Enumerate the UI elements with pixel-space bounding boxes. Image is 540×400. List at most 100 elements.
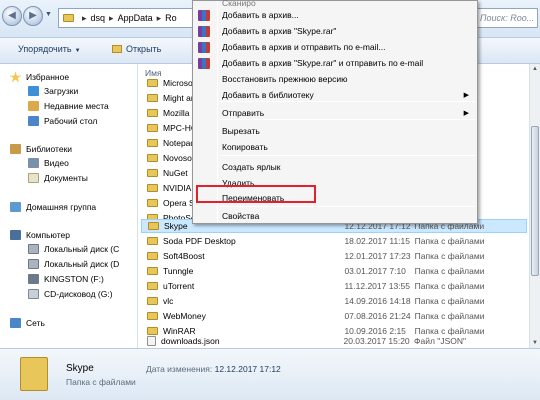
menu-item-label: Добавить в архив "Skype.rar"	[222, 26, 337, 36]
menu-separator	[220, 155, 475, 156]
details-date-value: 12.12.2017 17:12	[214, 364, 281, 374]
list-item[interactable]: vlc 14.09.2016 14:18 Папка с файлами	[141, 294, 527, 308]
breadcrumb-separator-icon[interactable]: ▸	[109, 13, 114, 24]
menu-item-label: Копировать	[222, 142, 268, 152]
file-name: Soda PDF Desktop	[163, 236, 236, 246]
file-date: 07.08.2016 21:24	[344, 311, 411, 321]
list-item[interactable]: Soft4Boost 12.01.2017 17:23 Папка с файлам…	[141, 249, 527, 263]
menu-item-add-email[interactable]: Добавить в архив и отправить по e-mail..…	[193, 39, 477, 55]
scroll-thumb[interactable]	[531, 126, 539, 276]
sidebar-item-label: Компьютер	[26, 230, 70, 240]
menu-separator	[220, 101, 475, 102]
cd-drive-icon	[28, 289, 39, 299]
folder-icon	[147, 282, 158, 290]
menu-item-add-skype-rar[interactable]: Добавить в архив "Skype.rar"	[193, 23, 477, 39]
chevron-down-icon: ▼	[74, 48, 81, 54]
list-item[interactable]: uTorrent 11.12.2017 13:55 Папка с файлами	[141, 279, 527, 293]
folder-icon	[20, 357, 48, 391]
menu-item-add-archive[interactable]: Добавить в архив...	[193, 7, 477, 23]
submenu-arrow-icon: ▶	[463, 92, 469, 99]
sidebar-item-label: Избранное	[26, 72, 70, 82]
folder-icon	[147, 139, 158, 147]
address-field[interactable]: ▸ dsq ▸ AppData ▸ Ro	[58, 8, 196, 28]
breadcrumb-item-dsq[interactable]: dsq	[91, 13, 106, 23]
folder-icon	[147, 237, 158, 245]
scroll-down-icon[interactable]: ▼	[530, 338, 540, 348]
breadcrumb-separator-icon[interactable]: ▸	[82, 13, 87, 24]
organize-button[interactable]: Упорядочить ▼	[18, 44, 81, 54]
back-button[interactable]: ◀	[2, 6, 22, 26]
search-input[interactable]: Поиск: Roo...	[475, 8, 538, 28]
menu-item-restore[interactable]: Восстановить прежнюю версию	[193, 71, 477, 87]
history-dropdown-icon[interactable]: ▼	[45, 11, 52, 18]
organize-label: Упорядочить	[18, 44, 72, 54]
vertical-scrollbar[interactable]: ▲ ▼	[529, 64, 540, 348]
menu-item-label: Добавить в архив "Skype.rar" и отправить…	[222, 58, 424, 68]
sidebar-item-label: Документы	[44, 173, 88, 183]
list-item[interactable]: downloads.json 20.03.2017 15:20 Файл "JSON…	[141, 334, 527, 348]
recent-places-icon	[28, 101, 39, 111]
winrar-icon	[198, 9, 210, 21]
breadcrumb-item-roaming[interactable]: Ro	[165, 13, 177, 23]
sidebar-item-label: Недавние места	[44, 101, 109, 111]
sidebar-item-label: Рабочий стол	[44, 116, 98, 126]
folder-icon	[147, 252, 158, 260]
breadcrumb-item-appdata[interactable]: AppData	[118, 13, 153, 23]
list-item[interactable]: WebMoney 07.08.2016 21:24 Папка с файлами	[141, 309, 527, 323]
menu-item-copy[interactable]: Копировать	[193, 139, 477, 155]
sidebar-item-network[interactable]: Сеть	[10, 316, 45, 330]
winrar-icon	[198, 25, 210, 37]
sidebar-item-label: Библиотеки	[26, 144, 73, 154]
sidebar-item-label: KINGSTON (F:)	[44, 274, 104, 284]
scroll-up-icon[interactable]: ▲	[530, 64, 540, 74]
file-name: Soft4Boost	[163, 251, 205, 261]
folder-icon	[63, 14, 74, 22]
details-date-label: Дата изменения:	[146, 364, 213, 374]
sidebar-item-label: Локальный диск (C	[44, 244, 120, 254]
sidebar-item-favorites[interactable]: Избранное	[10, 70, 69, 84]
list-item[interactable]: Tunngle 03.01.2017 7:10 Папка с файлами	[141, 264, 527, 278]
sidebar-item-computer[interactable]: Компьютер	[10, 228, 70, 242]
file-name: WebMoney	[163, 311, 206, 321]
file-type: Папка с файлами	[414, 311, 485, 321]
winrar-icon	[198, 57, 210, 69]
sidebar-item-label: Домашняя группа	[26, 202, 97, 212]
menu-item-add-skype-email[interactable]: Добавить в архив "Skype.rar" и отправить…	[193, 55, 477, 71]
menu-item-label: Свойства	[222, 211, 260, 221]
submenu-arrow-icon: ▶	[463, 110, 469, 117]
sidebar-item-local-c[interactable]: Локальный диск (C	[28, 242, 119, 256]
breadcrumb-separator-icon[interactable]: ▸	[157, 13, 162, 24]
sidebar-item-recent[interactable]: Недавние места	[28, 99, 109, 113]
sidebar-item-label: Загрузки	[44, 86, 79, 96]
sidebar-item-downloads[interactable]: Загрузки	[28, 84, 78, 98]
menu-separator	[220, 119, 475, 120]
folder-icon	[147, 124, 158, 132]
sidebar-item-cd[interactable]: CD-дисковод (G:)	[28, 287, 113, 301]
libraries-icon	[10, 144, 21, 154]
sidebar-item-kingston[interactable]: KINGSTON (F:)	[28, 272, 104, 286]
sidebar-item-libraries[interactable]: Библиотеки	[10, 142, 72, 156]
menu-item-label: Восстановить прежнюю версию	[222, 74, 348, 84]
file-type: Папка с файлами	[414, 281, 485, 291]
usb-drive-icon	[28, 274, 39, 284]
menu-item-cut[interactable]: Вырезать	[193, 123, 477, 139]
file-date: 18.02.2017 11:15	[344, 236, 410, 246]
menu-item-properties[interactable]: Свойства	[193, 208, 477, 224]
open-button[interactable]: Открыть	[112, 44, 161, 54]
sidebar-item-homegroup[interactable]: Домашняя группа	[10, 200, 96, 214]
menu-item-label: Добавить в библиотеку	[222, 90, 314, 100]
video-icon	[28, 158, 39, 168]
sidebar-item-local-d[interactable]: Локальный диск (D	[28, 257, 119, 271]
file-json-icon	[147, 336, 156, 346]
menu-item-create-shortcut[interactable]: Создать ярлык	[193, 159, 477, 175]
folder-icon	[147, 154, 158, 162]
file-type: Папка с файлами	[414, 251, 485, 261]
list-item[interactable]: Soda PDF Desktop 18.02.2017 11:15 Папка с …	[141, 234, 527, 248]
folder-icon	[147, 109, 158, 117]
sidebar-item-documents[interactable]: Документы	[28, 171, 88, 185]
forward-button[interactable]: ▶	[23, 6, 43, 26]
star-icon	[10, 72, 21, 82]
sidebar-item-video[interactable]: Видео	[28, 156, 69, 170]
folder-icon	[147, 79, 158, 87]
sidebar-item-desktop[interactable]: Рабочий стол	[28, 114, 97, 128]
